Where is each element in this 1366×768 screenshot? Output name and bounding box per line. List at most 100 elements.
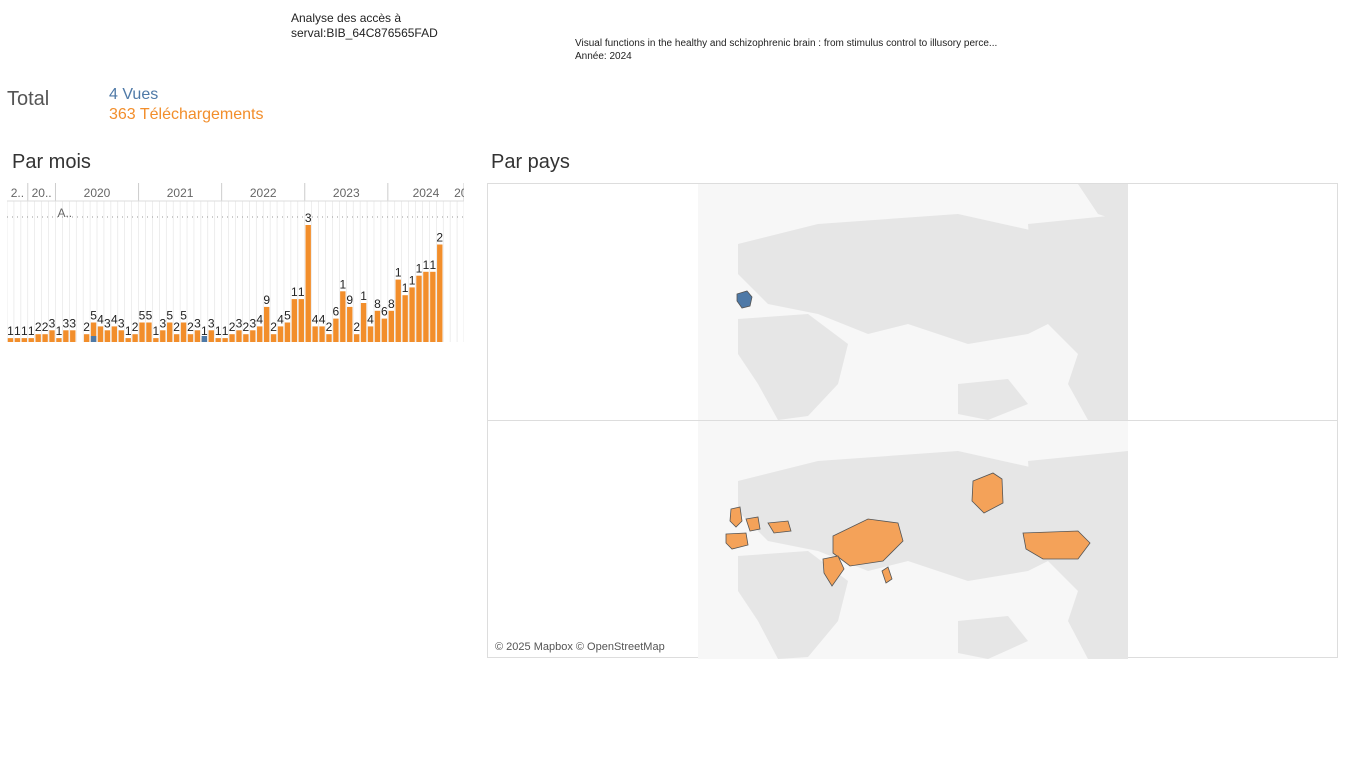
- views-map[interactable]: [488, 184, 1337, 420]
- bar-downloads[interactable]: [395, 279, 401, 342]
- bar-value-label: 1: [429, 258, 436, 272]
- bar-downloads[interactable]: [104, 330, 111, 342]
- bar-downloads[interactable]: [63, 330, 69, 342]
- bar-downloads[interactable]: [402, 295, 408, 342]
- bar-downloads[interactable]: [229, 334, 235, 342]
- bar-downloads[interactable]: [125, 338, 131, 342]
- bar-value-label: 2: [326, 320, 333, 334]
- bar-downloads[interactable]: [83, 334, 90, 342]
- bar-downloads[interactable]: [381, 318, 388, 342]
- bar-downloads[interactable]: [236, 330, 242, 342]
- bar-downloads[interactable]: [326, 334, 332, 342]
- bar-value-label: 8: [388, 297, 395, 311]
- bar-downloads[interactable]: [388, 310, 394, 342]
- bar-downloads[interactable]: [28, 338, 34, 342]
- document-title: Visual functions in the healthy and schi…: [575, 38, 998, 49]
- bar-downloads[interactable]: [153, 338, 159, 342]
- year-header[interactable]: 2023: [333, 186, 360, 200]
- bar-downloads[interactable]: [187, 334, 194, 342]
- bar-downloads[interactable]: [132, 334, 138, 342]
- bar-value-label: 4: [367, 312, 374, 326]
- total-label: Total: [7, 88, 50, 110]
- bar-downloads[interactable]: [56, 338, 62, 342]
- document-year: Année: 2024: [575, 51, 632, 62]
- downloads-map[interactable]: [488, 421, 1337, 659]
- year-header[interactable]: 2..: [11, 186, 24, 200]
- bar-downloads[interactable]: [353, 334, 360, 342]
- bar-downloads[interactable]: [367, 326, 374, 342]
- bar-downloads[interactable]: [21, 338, 28, 342]
- bar-value-label: 6: [333, 305, 340, 319]
- bar-downloads[interactable]: [243, 334, 249, 342]
- bar-downloads[interactable]: [7, 338, 14, 342]
- bar-downloads[interactable]: [277, 326, 284, 342]
- bar-downloads[interactable]: [319, 326, 325, 342]
- bar-value-label: 1: [395, 266, 402, 280]
- bar-downloads[interactable]: [430, 271, 436, 342]
- country-map[interactable]: © 2025 Mapbox © OpenStreetMap: [487, 183, 1338, 659]
- by-country-heading: Par pays: [491, 151, 570, 173]
- bar-value-label: 2: [353, 320, 360, 334]
- bar-downloads[interactable]: [208, 330, 214, 342]
- by-month-heading: Par mois: [12, 151, 91, 173]
- bar-downloads[interactable]: [347, 306, 353, 342]
- page-title: Analyse des accès à serval:BIB_64C876565…: [291, 11, 438, 40]
- bar-downloads[interactable]: [215, 338, 221, 342]
- bar-value-label: 1: [298, 285, 305, 299]
- bar-downloads[interactable]: [340, 291, 346, 342]
- year-header[interactable]: 20..: [32, 186, 52, 200]
- year-header[interactable]: 2021: [167, 186, 194, 200]
- bar-value-label: 4: [256, 312, 263, 326]
- bar-downloads[interactable]: [409, 287, 415, 342]
- bar-downloads[interactable]: [173, 334, 180, 342]
- bar-value-label: 9: [263, 293, 270, 307]
- bar-value-label: 1: [360, 289, 367, 303]
- bar-value-label: 5: [284, 309, 291, 323]
- bar-views[interactable]: [90, 336, 97, 342]
- bar-downloads[interactable]: [374, 310, 381, 342]
- bar-downloads[interactable]: [146, 322, 152, 343]
- bar-value-label: 3: [305, 211, 312, 225]
- bar-value-label: 3: [69, 316, 76, 330]
- monthly-bar-chart[interactable]: 2..20..202020212022202320242025A..111122…: [7, 183, 464, 345]
- bar-downloads[interactable]: [360, 303, 367, 342]
- bar-downloads[interactable]: [35, 334, 41, 342]
- year-header[interactable]: 2025: [454, 186, 464, 200]
- bar-downloads[interactable]: [312, 326, 318, 342]
- world-land: [698, 184, 1128, 420]
- bar-downloads[interactable]: [423, 271, 429, 342]
- bar-downloads[interactable]: [284, 322, 291, 343]
- bar-downloads[interactable]: [305, 225, 311, 342]
- bar-downloads[interactable]: [118, 330, 124, 342]
- bar-downloads[interactable]: [111, 326, 118, 342]
- downloads-count[interactable]: 363 Téléchargements: [109, 106, 263, 124]
- bar-downloads[interactable]: [180, 322, 187, 343]
- bar-downloads[interactable]: [14, 338, 21, 342]
- bar-value-label: 2: [436, 231, 443, 245]
- bar-downloads[interactable]: [257, 326, 263, 342]
- bar-downloads[interactable]: [222, 338, 228, 342]
- bar-downloads[interactable]: [333, 318, 339, 342]
- bar-downloads[interactable]: [250, 330, 256, 342]
- bar-downloads[interactable]: [437, 244, 443, 343]
- bar-downloads[interactable]: [298, 299, 304, 342]
- bar-downloads[interactable]: [291, 299, 298, 342]
- bar-downloads[interactable]: [270, 334, 277, 342]
- bar-value-label: 1: [339, 277, 346, 291]
- bar-downloads[interactable]: [263, 306, 270, 342]
- bar-downloads[interactable]: [42, 334, 48, 342]
- year-header[interactable]: 2020: [84, 186, 111, 200]
- views-count[interactable]: 4 Vues: [109, 86, 158, 104]
- year-header[interactable]: 2022: [250, 186, 277, 200]
- bar-downloads[interactable]: [416, 275, 422, 342]
- bar-downloads[interactable]: [139, 322, 145, 343]
- bar-downloads[interactable]: [49, 330, 55, 342]
- bar-views[interactable]: [201, 336, 208, 342]
- bar-downloads[interactable]: [160, 330, 166, 342]
- year-header[interactable]: 2024: [413, 186, 440, 200]
- bar-downloads[interactable]: [167, 322, 173, 343]
- map-credit: © 2025 Mapbox © OpenStreetMap: [495, 641, 665, 653]
- bar-downloads[interactable]: [70, 330, 76, 342]
- bar-downloads[interactable]: [97, 326, 104, 342]
- bar-downloads[interactable]: [194, 330, 201, 342]
